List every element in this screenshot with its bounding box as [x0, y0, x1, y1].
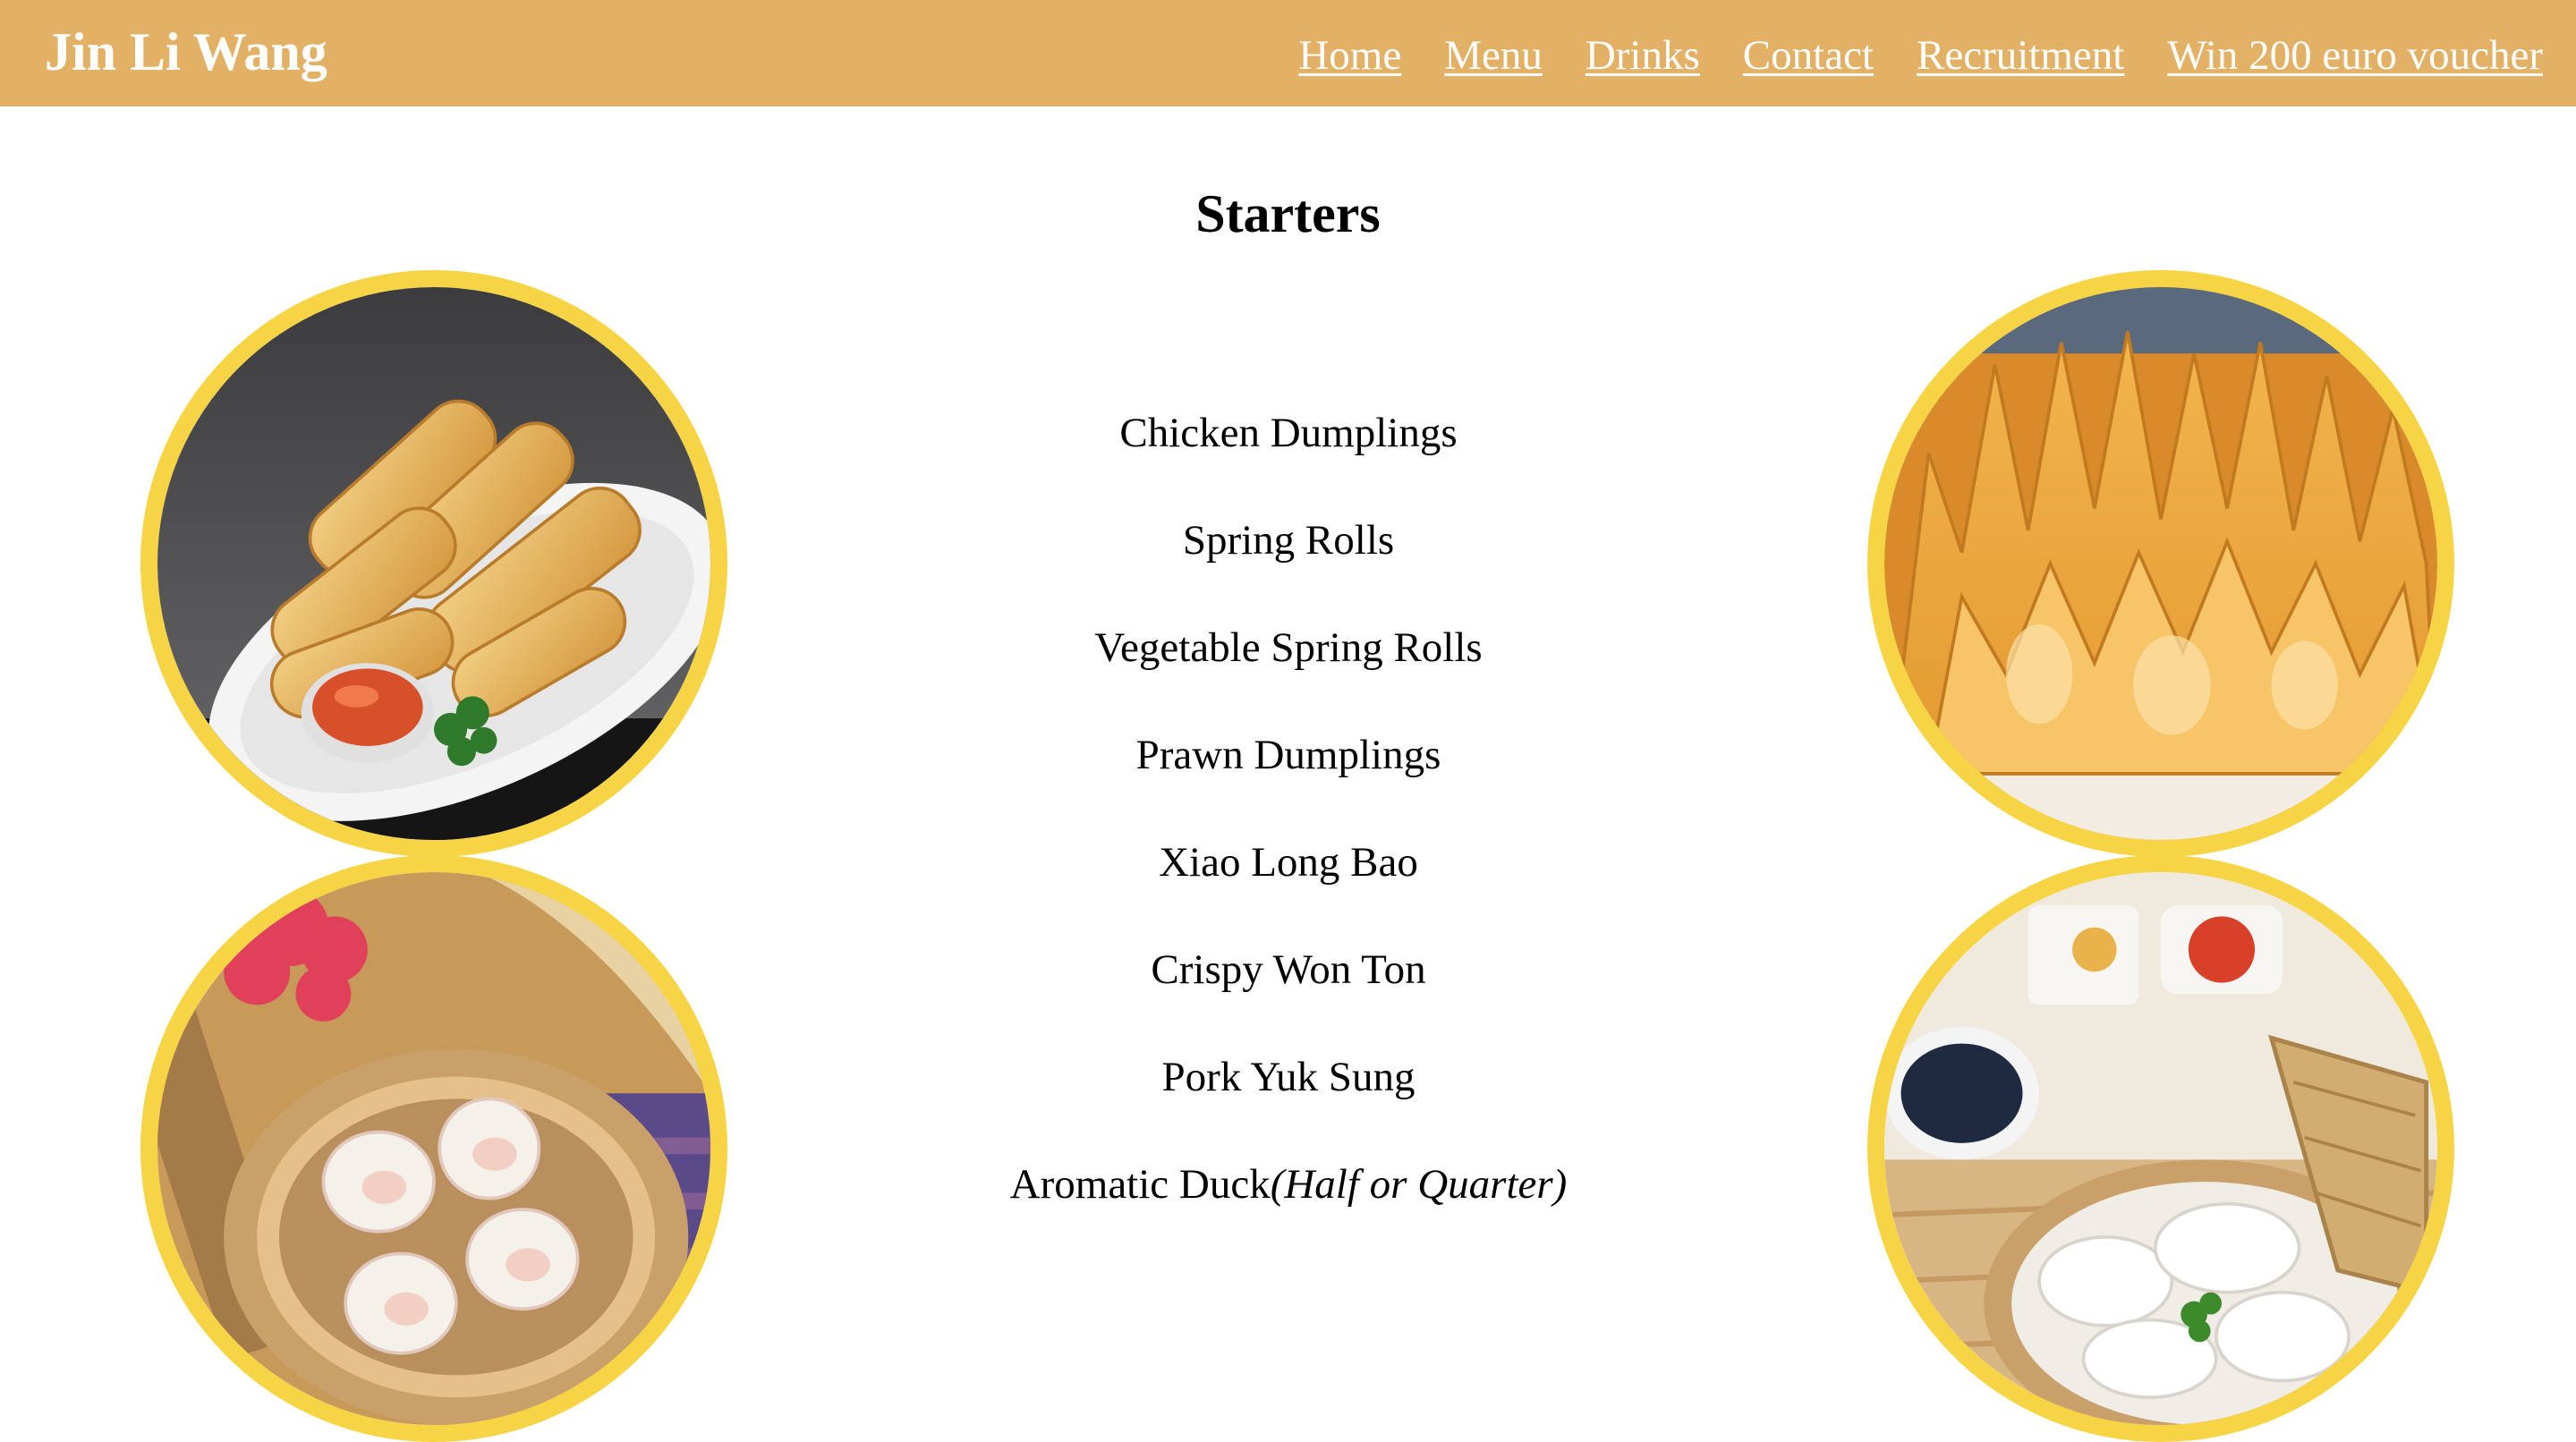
- item-name: Aromatic Duck: [1009, 1161, 1271, 1208]
- spring-rolls-photo: [140, 270, 727, 857]
- main-nav: Home Menu Drinks Contact Recruitment Win…: [1298, 27, 2543, 84]
- site-brand[interactable]: Jin Li Wang: [45, 20, 327, 84]
- steamed-dumplings-photo: [1867, 855, 2454, 1442]
- list-item: Aromatic Duck(Half or Quarter): [895, 1152, 1682, 1260]
- nav-link-drinks[interactable]: Drinks: [1586, 27, 1700, 84]
- item-name: Pork Yuk Sung: [1161, 1054, 1416, 1100]
- crispy-won-ton-photo: [1867, 270, 2454, 857]
- item-note: (Half or Quarter): [1270, 1161, 1568, 1208]
- navbar: Jin Li Wang Home Menu Drinks Contact Rec…: [0, 0, 2576, 106]
- nav-link-menu[interactable]: Menu: [1444, 27, 1543, 84]
- starters-list: Chicken Dumplings Spring Rolls Vegetable…: [895, 401, 1682, 1260]
- list-item: Vegetable Spring Rolls: [895, 615, 1682, 723]
- nav-link-home[interactable]: Home: [1298, 27, 1401, 84]
- nav-link-contact[interactable]: Contact: [1743, 27, 1874, 84]
- item-name: Spring Rolls: [1182, 517, 1395, 564]
- list-item: Pork Yuk Sung: [895, 1045, 1682, 1152]
- list-item: Spring Rolls: [895, 508, 1682, 615]
- item-name: Crispy Won Ton: [1151, 946, 1426, 993]
- nav-link-recruitment[interactable]: Recruitment: [1917, 27, 2124, 84]
- list-item: Xiao Long Bao: [895, 830, 1682, 937]
- nav-link-voucher[interactable]: Win 200 euro voucher: [2167, 27, 2543, 84]
- list-item: Chicken Dumplings: [895, 401, 1682, 508]
- item-name: Chicken Dumplings: [1119, 410, 1458, 456]
- item-name: Vegetable Spring Rolls: [1094, 624, 1483, 671]
- list-item: Crispy Won Ton: [895, 937, 1682, 1045]
- list-item: Prawn Dumplings: [895, 723, 1682, 830]
- page-title: Starters: [1195, 184, 1381, 244]
- item-name: Xiao Long Bao: [1159, 839, 1418, 886]
- prawn-dumplings-photo: [140, 855, 727, 1442]
- item-name: Prawn Dumplings: [1135, 732, 1441, 778]
